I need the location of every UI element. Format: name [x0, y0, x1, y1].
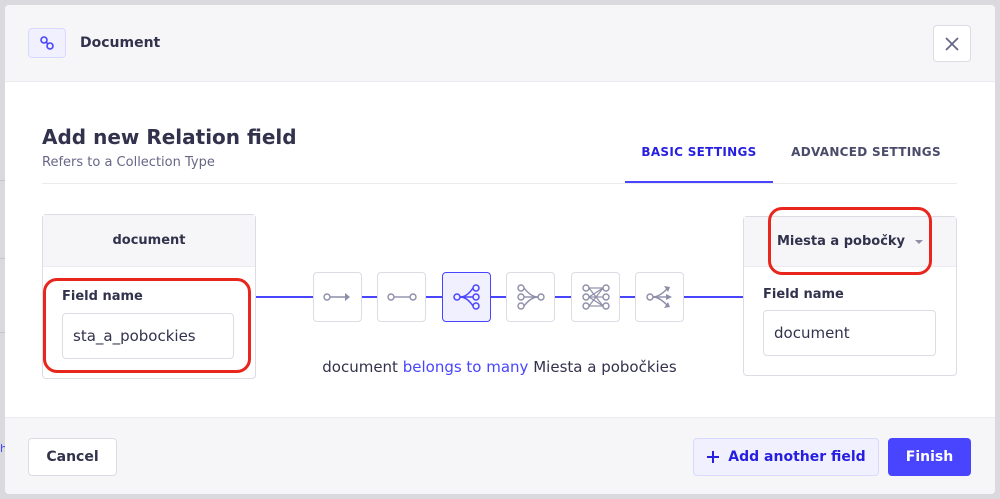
many-way-relation-icon: [645, 286, 672, 308]
source-field-label: Field name: [62, 289, 143, 304]
one-to-one-relation-icon: [386, 293, 417, 301]
plus-icon: [707, 451, 720, 463]
relation-type-one-to-many[interactable]: [442, 272, 491, 322]
close-icon: [945, 36, 959, 51]
many-to-many-relation-icon: [581, 284, 610, 310]
cancel-button[interactable]: Cancel: [28, 438, 117, 476]
tab-divider: [42, 183, 957, 184]
tab-advanced-settings[interactable]: ADVANCED SETTINGS: [780, 145, 952, 183]
target-field-name-input[interactable]: [763, 310, 936, 356]
finish-button[interactable]: Finish: [888, 438, 971, 476]
relation-type-many-to-one[interactable]: [506, 272, 555, 322]
add-another-field-button[interactable]: Add another field: [693, 438, 879, 476]
modal-title: Document: [80, 35, 161, 51]
relation-target-name: Miesta a pobočkies: [533, 358, 677, 376]
add-another-field-label: Add another field: [728, 449, 866, 465]
relation-type-many-to-many[interactable]: [571, 272, 620, 322]
modal-footer: Cancel Add another field Finish: [5, 417, 995, 494]
source-field-name-input[interactable]: [62, 313, 234, 359]
relation-type-label: belongs to many: [402, 358, 529, 376]
target-field-label: Field name: [763, 287, 844, 302]
source-title: document: [43, 215, 255, 267]
close-button[interactable]: [933, 25, 971, 62]
relation-type-many-way[interactable]: [635, 272, 684, 322]
relation-type-one-way[interactable]: [313, 272, 362, 322]
form-subtitle: Refers to a Collection Type: [42, 155, 215, 170]
target-head: Miesta a pobočky: [744, 217, 956, 267]
target-card: Miesta a pobočky Field name: [743, 216, 957, 376]
one-to-many-relation-icon: [452, 284, 480, 310]
target-collection-value: Miesta a pobočky: [776, 234, 906, 249]
add-relation-modal: Document Add new Relation field Refers t…: [5, 5, 995, 494]
form-title: Add new Relation field: [42, 125, 297, 149]
relation-description: document belongs to many Miesta a pobočk…: [256, 358, 743, 376]
many-to-one-relation-icon: [516, 284, 545, 310]
modal-header: Document: [5, 5, 995, 82]
relation-source-name: document: [322, 358, 398, 376]
tab-basic-settings[interactable]: BASIC SETTINGS: [625, 145, 773, 183]
source-card: document Field name: [42, 214, 256, 379]
caret-down-icon: [915, 239, 924, 244]
one-way-relation-icon: [322, 293, 350, 301]
relation-type-one-to-one[interactable]: [377, 272, 426, 322]
relation-link-icon: [28, 28, 66, 58]
target-collection-select[interactable]: Miesta a pobočky: [776, 234, 924, 249]
